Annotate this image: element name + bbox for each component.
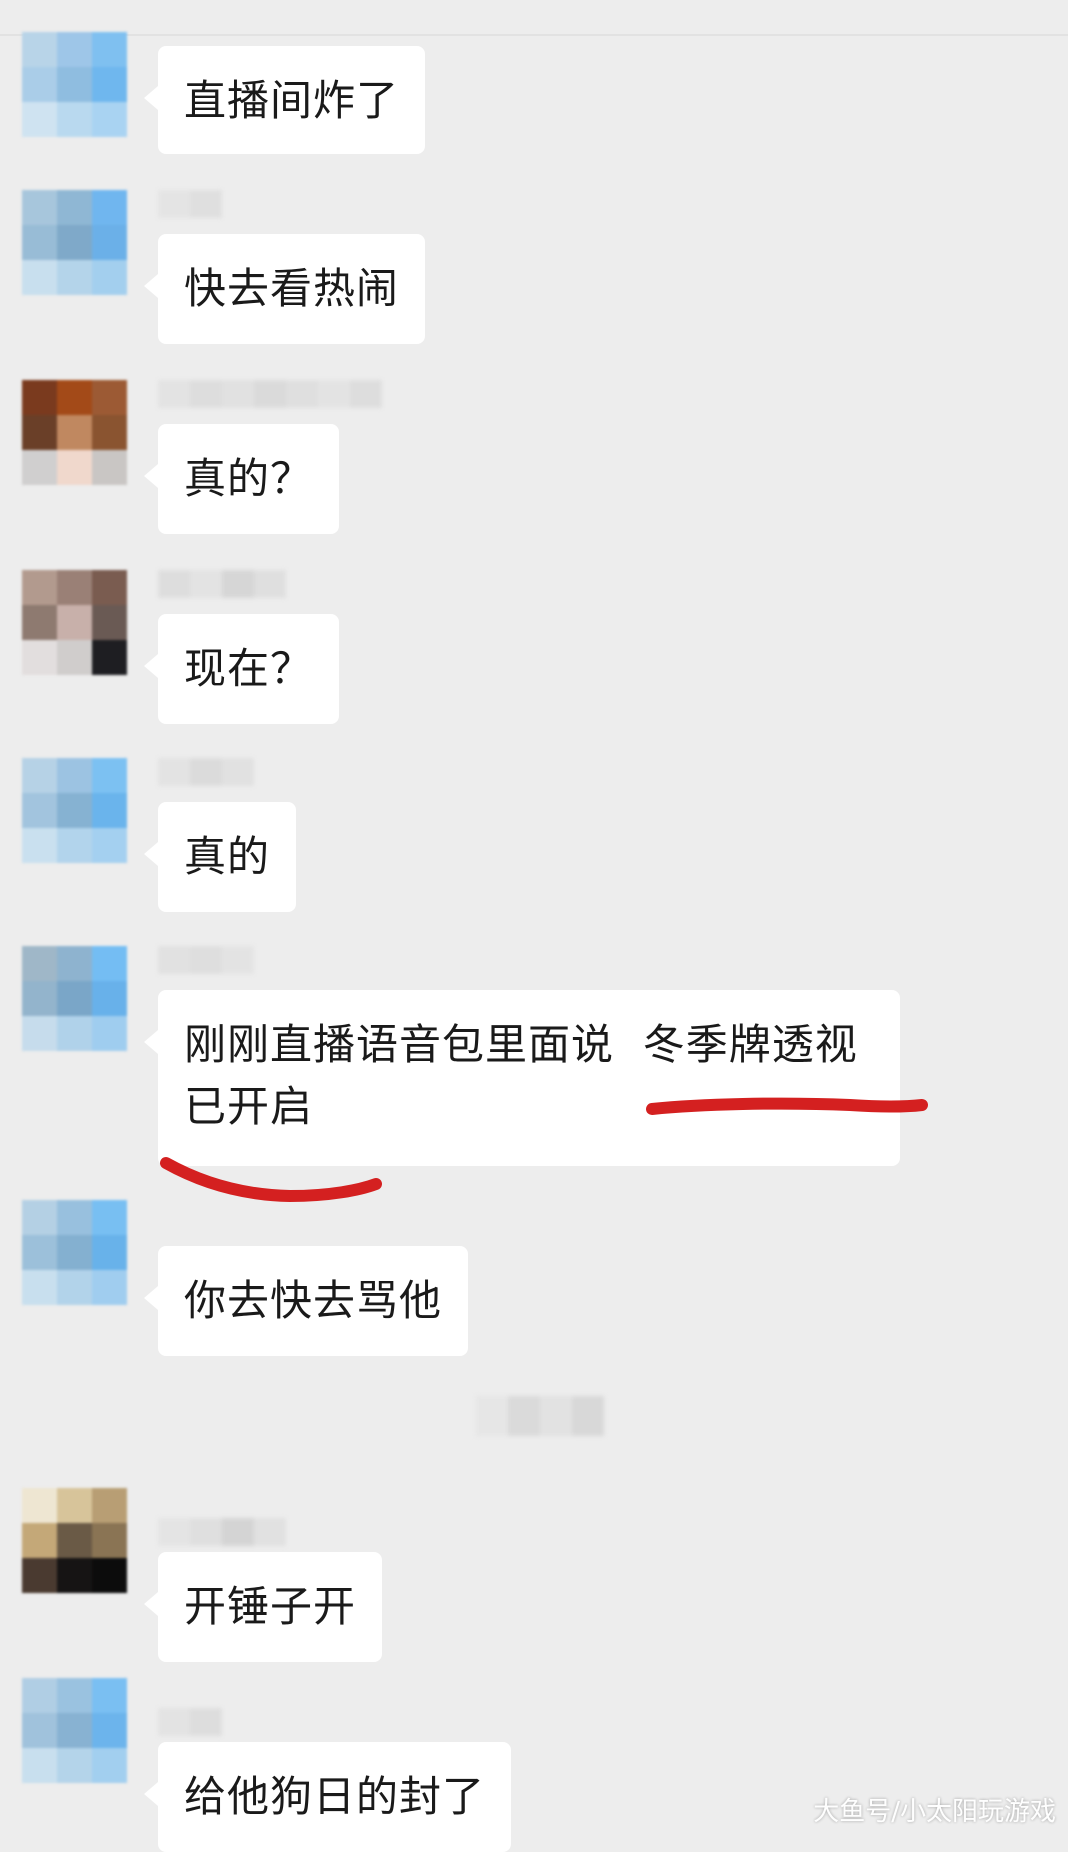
sender-name [158, 946, 254, 974]
message-text: 真的？ [184, 454, 314, 503]
message-bubble[interactable]: 真的？ [143, 424, 340, 534]
message-text: 给他狗日的封了 [184, 1772, 486, 1821]
avatar[interactable] [22, 570, 127, 675]
underline-enabled-icon [160, 1157, 382, 1203]
sender-name [158, 1518, 286, 1546]
message-bubble[interactable]: 现在？ [143, 614, 340, 724]
sender-name [158, 190, 222, 218]
sender-name [158, 570, 286, 598]
avatar[interactable] [22, 190, 127, 295]
message-text: 快去看热闹 [184, 264, 400, 313]
avatar[interactable] [22, 1488, 127, 1593]
avatar[interactable] [22, 758, 127, 863]
top-divider [0, 34, 1068, 36]
avatar[interactable] [22, 1678, 127, 1783]
sender-name [158, 758, 254, 786]
message-text: 直播间炸了 [184, 76, 400, 125]
message-text: 真的 [184, 832, 271, 881]
message-bubble[interactable]: 给他狗日的封了 [143, 1742, 512, 1852]
avatar[interactable] [22, 380, 127, 485]
sender-name [158, 380, 382, 408]
message-bubble[interactable]: 直播间炸了 [143, 46, 426, 154]
avatar[interactable] [22, 946, 127, 1051]
message-bubble[interactable]: 你去快去骂他 [143, 1246, 469, 1356]
message-text: 现在？ [184, 644, 314, 693]
message-text-line1: 刚刚直播语音包里面说 冬季牌透视 [184, 1020, 858, 1069]
timestamp-label [476, 1396, 604, 1436]
sender-name [158, 1708, 222, 1736]
message-bubble[interactable]: 开锤子开 [143, 1552, 383, 1662]
message-text: 开锤子开 [184, 1582, 357, 1631]
watermark: 大鱼号/小太阳玩游戏 [813, 1797, 1056, 1827]
avatar[interactable] [22, 1200, 127, 1305]
message-bubble[interactable]: 刚刚直播语音包里面说 冬季牌透视 已开启 [144, 990, 900, 1166]
message-text: 你去快去骂他 [184, 1276, 443, 1325]
avatar[interactable] [22, 32, 127, 137]
message-bubble[interactable]: 真的 [143, 802, 297, 912]
message-text-line2: 已开启 [184, 1082, 314, 1131]
message-bubble[interactable]: 快去看热闹 [143, 234, 426, 344]
